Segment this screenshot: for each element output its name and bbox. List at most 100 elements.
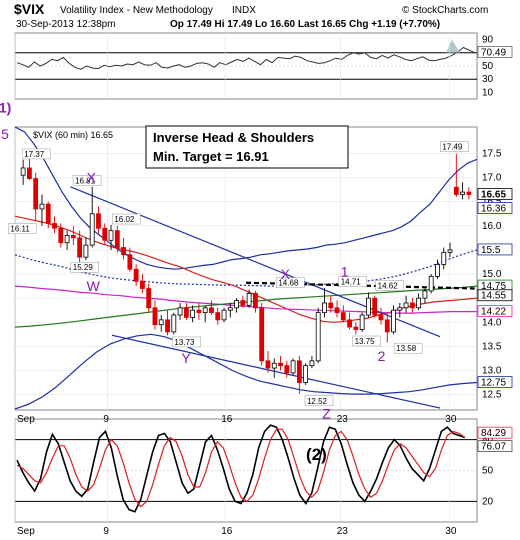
candle-body [127, 254, 133, 270]
candle-body [422, 290, 428, 299]
price-tick-label: 14.0 [482, 317, 502, 328]
candle-body [284, 365, 290, 374]
annotation-line-2: Min. Target = 16.91 [153, 149, 269, 164]
stoch-tick-label: 50 [482, 466, 494, 477]
candle-body [397, 307, 403, 311]
candle-body [265, 360, 271, 369]
candle-body [209, 307, 214, 314]
candle-body [441, 251, 447, 265]
candle-body [409, 302, 415, 309]
candle-body [83, 244, 89, 258]
candle-body [121, 247, 126, 256]
candle-body [253, 292, 258, 309]
candle-body [322, 302, 327, 314]
price-x-tick-label: 9 [103, 414, 109, 425]
symbol-label: $VIX [14, 1, 45, 17]
candle-body [403, 302, 409, 309]
price-value-badge: 14.22 [481, 307, 506, 318]
watermark: © StockCharts.com [402, 5, 488, 16]
candle-body [296, 360, 302, 383]
candle-body [177, 307, 183, 316]
candle-body [133, 268, 139, 282]
candle-body [196, 309, 202, 314]
wave-label: 5 [1, 126, 9, 142]
candle-body [435, 264, 440, 277]
candle-body [309, 360, 315, 367]
stoch-tick-label: 20 [482, 496, 494, 507]
stoch-wave-label: (2) [306, 445, 327, 464]
price-tick-label: 15.0 [482, 269, 502, 280]
wave-label: Y [181, 350, 191, 366]
price-label: 13.73 [174, 338, 195, 347]
candle-body [460, 191, 465, 195]
candle-body [271, 362, 277, 369]
price-tick-label: 12.5 [482, 390, 502, 401]
price-label: 12.52 [307, 397, 328, 406]
candle-body [447, 249, 453, 253]
candle-body [108, 230, 114, 241]
candle-body [215, 312, 221, 321]
candle-body [378, 314, 384, 321]
candle-body [234, 300, 239, 309]
candle-body [466, 191, 472, 195]
exchange-label: INDX [232, 5, 256, 16]
rsi-tick-label: 90 [482, 35, 494, 46]
candle-body [290, 360, 296, 374]
date-time: 30-Sep-2013 12:38pm [16, 19, 116, 30]
candle-body [152, 307, 158, 326]
price-tick-label: 13.0 [482, 365, 502, 376]
price-x-tick-label: Sep [17, 414, 35, 425]
candle-body [372, 297, 378, 316]
annotation-line-1: Inverse Head & Shoulders [153, 130, 314, 145]
pattern-annotation: Inverse Head & Shoulders Min. Target = 1… [145, 125, 349, 169]
candle-body [359, 314, 365, 330]
price-x-tick-label: 16 [221, 414, 233, 425]
price-x-tick-label: 30 [445, 414, 457, 425]
price-value-badge: 12.75 [481, 378, 506, 389]
candle-body [190, 309, 196, 318]
price-panel-title: $VIX (60 min) 16.65 [33, 130, 113, 140]
candle-body [183, 307, 189, 318]
candle-body [428, 276, 434, 292]
candle-body [171, 314, 177, 333]
candle-body [70, 235, 76, 239]
price-tick-label: 17.5 [482, 149, 502, 160]
quote-line: Op 17.49 Hi 17.49 Lo 16.60 Last 16.65 Ch… [170, 19, 440, 30]
price-tick-label: 17.0 [482, 173, 502, 184]
price-label: 13.75 [355, 337, 376, 346]
candle-body [45, 203, 51, 224]
candle-body [158, 319, 164, 326]
vix-chart: $VIX Volatility Index - New Methodology … [0, 1, 513, 537]
price-value-badge: 14.55 [481, 291, 506, 302]
price-value-badge: 16.65 [481, 189, 506, 200]
candle-body [165, 319, 170, 333]
candle-body [384, 319, 390, 333]
candle-body [202, 307, 208, 314]
candle-body [52, 223, 57, 229]
candle-body [246, 292, 252, 306]
candle-body [334, 307, 340, 314]
candle-body [146, 288, 152, 309]
candle-body [96, 213, 101, 229]
candle-body [227, 307, 233, 311]
wave-label: Z [322, 406, 331, 422]
candle-body [77, 237, 83, 258]
wave-label: X [87, 169, 97, 185]
stoch-x-tick-label: 9 [103, 526, 109, 537]
candle-body [416, 297, 422, 309]
index-name: Volatility Index - New Methodology [60, 5, 213, 16]
price-label: 16.11 [10, 225, 30, 234]
price-label: 13.58 [396, 344, 417, 353]
candle-body [259, 307, 265, 362]
candle-body [20, 167, 26, 176]
stoch-x-tick-label: 16 [221, 526, 233, 537]
candle-body [353, 326, 359, 330]
candle-body [303, 365, 309, 383]
price-tick-label: 13.5 [482, 341, 502, 352]
price-value-badge: 16.36 [481, 203, 506, 214]
stoch-x-tick-label: Sep [17, 526, 35, 537]
wave-label: X [281, 266, 291, 282]
stoch-value-badge: 84.29 [481, 428, 506, 439]
candle-body [453, 186, 459, 195]
candle-body [315, 312, 321, 362]
